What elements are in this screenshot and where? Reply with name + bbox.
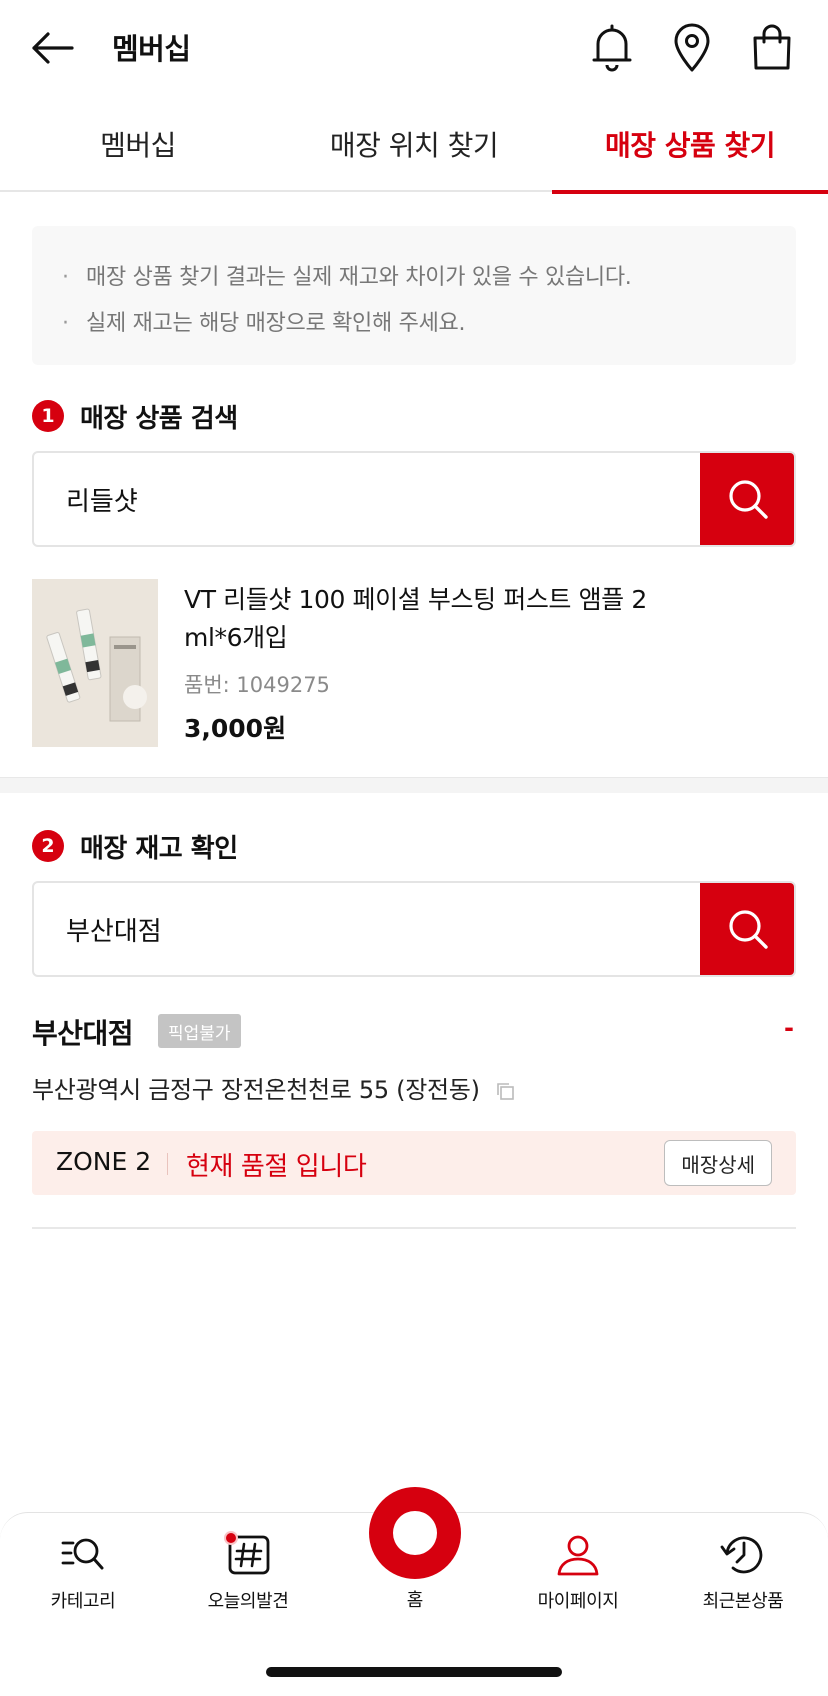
- store-search-button[interactable]: [700, 883, 794, 975]
- person-icon: [557, 1535, 599, 1576]
- product-price: 3,000원: [184, 714, 287, 743]
- nav-mypage[interactable]: 마이페이지: [513, 1513, 643, 1627]
- result-divider: [32, 1227, 796, 1229]
- pickup-status-badge: 픽업불가: [158, 1014, 241, 1048]
- product-search-input[interactable]: [34, 453, 702, 545]
- step-number-badge: 2: [32, 830, 64, 862]
- tab-membership[interactable]: 멤버십: [0, 96, 276, 192]
- product-search-button[interactable]: [700, 453, 794, 545]
- section-stock-check-header: 2 매장 재고 확인: [32, 828, 238, 864]
- product-name: VT 리들샷 100 페이셜 부스팅 퍼스트 앰플 2 ml*6개입: [184, 585, 647, 652]
- tab-store-location[interactable]: 매장 위치 찾기: [276, 96, 552, 192]
- nav-home-label: 홈: [406, 1590, 424, 1611]
- bullet: ·: [62, 311, 69, 336]
- search-icon: [729, 910, 768, 949]
- tab-bar: 멤버십 매장 위치 찾기 매장 상품 찾기: [0, 96, 828, 194]
- section-product-search-header: 1 매장 상품 검색: [32, 398, 238, 434]
- notice-box: · 매장 상품 찾기 결과는 실제 재고와 차이가 있을 수 있습니다. · 실제 …: [32, 226, 796, 365]
- store-distance-placeholder: -: [784, 1014, 794, 1042]
- zone-separator: [167, 1153, 168, 1175]
- section-divider: [0, 777, 828, 793]
- location-pin-icon[interactable]: [668, 22, 716, 74]
- store-address: 부산광역시 금정구 장전온천천로 55 (장전동): [32, 1070, 515, 1105]
- product-code: 품번: 1049275: [184, 673, 330, 697]
- hashtag-icon: [224, 1531, 270, 1575]
- product-result-item[interactable]: VT 리들샷 100 페이셜 부스팅 퍼스트 앰플 2 ml*6개입 품번: 1…: [32, 579, 796, 749]
- section-title: 매장 재고 확인: [80, 833, 238, 864]
- store-detail-button[interactable]: 매장상세: [664, 1140, 772, 1186]
- home-indicator: [266, 1667, 562, 1677]
- store-search-box: [32, 881, 796, 977]
- nav-category[interactable]: 카테고리: [18, 1513, 148, 1627]
- recent-history-icon: [720, 1536, 763, 1574]
- notice-line-1: · 매장 상품 찾기 결과는 실제 재고와 차이가 있을 수 있습니다.: [62, 265, 632, 290]
- section-title: 매장 상품 검색: [80, 403, 238, 434]
- stock-status: 현재 품절 입니다: [186, 1152, 367, 1182]
- back-arrow-icon[interactable]: [30, 28, 78, 68]
- shopping-bag-icon[interactable]: [748, 22, 796, 74]
- home-circle-icon: [393, 1511, 437, 1555]
- zone-label: ZONE 2: [56, 1147, 152, 1176]
- search-icon: [729, 480, 768, 519]
- bullet: ·: [62, 265, 69, 290]
- nav-home-button[interactable]: [369, 1487, 461, 1579]
- store-search-input[interactable]: [34, 883, 702, 975]
- step-number-badge: 1: [32, 400, 64, 432]
- page-title: 멤버십: [112, 32, 191, 66]
- product-search-box: [32, 451, 796, 547]
- product-thumbnail: [32, 579, 158, 747]
- tab-store-product[interactable]: 매장 상품 찾기: [552, 96, 828, 194]
- nav-discover[interactable]: 오늘의발견: [183, 1513, 313, 1627]
- copy-icon[interactable]: [495, 1081, 515, 1101]
- nav-recent[interactable]: 최근본상품: [678, 1513, 808, 1627]
- app-header: 멤버십: [0, 0, 828, 96]
- category-search-icon: [61, 1538, 104, 1570]
- notice-line-2: · 실제 재고는 해당 매장으로 확인해 주세요.: [62, 311, 466, 336]
- zone-stock-row: ZONE 2 현재 품절 입니다 매장상세: [32, 1131, 796, 1195]
- store-name: 부산대점: [32, 1017, 134, 1050]
- bell-icon[interactable]: [588, 22, 636, 74]
